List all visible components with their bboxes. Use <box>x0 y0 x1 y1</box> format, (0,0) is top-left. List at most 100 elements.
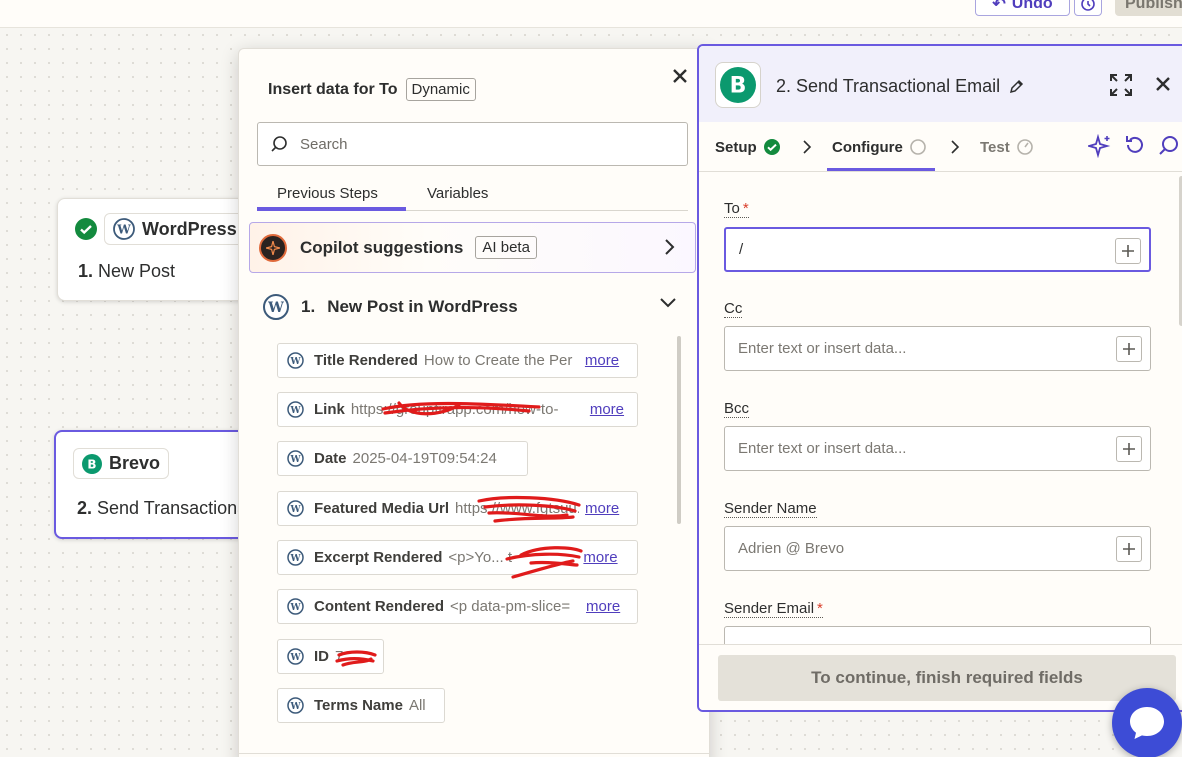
field-value: <p>Yo... t <box>448 549 513 566</box>
close-popover-button[interactable] <box>669 65 691 87</box>
field-value: 7 <box>335 648 344 665</box>
more-link[interactable]: more <box>587 401 625 418</box>
svg-text:W: W <box>289 653 301 663</box>
popover-divider <box>239 753 709 754</box>
close-panel-button[interactable] <box>1155 76 1171 92</box>
svg-text:W: W <box>289 455 301 465</box>
step-group-header[interactable]: W 1. New Post in WordPress <box>263 294 518 320</box>
more-link[interactable]: more <box>581 549 618 566</box>
history-button[interactable] <box>1074 0 1102 16</box>
check-circle-icon <box>75 218 97 240</box>
step-tabs: Setup Configure Test <box>699 122 1182 172</box>
insert-data-button[interactable] <box>1116 436 1142 462</box>
wordpress-icon: W <box>287 549 304 566</box>
data-field-chip[interactable]: W Date 2025-04-19T09:54:24 <box>277 441 528 476</box>
chevron-right-icon <box>951 140 960 154</box>
tab-previous-steps[interactable]: Previous Steps <box>277 185 378 202</box>
search-icon[interactable] <box>1158 134 1180 156</box>
dynamic-tag: Dynamic <box>405 78 476 101</box>
tab-test[interactable]: Test <box>980 138 1034 156</box>
node-app-name: Brevo <box>109 453 161 473</box>
step-number: 1. <box>301 297 316 316</box>
insert-data-button[interactable] <box>1116 336 1142 362</box>
wordpress-icon: W <box>287 500 304 517</box>
svg-text:W: W <box>289 357 301 367</box>
refresh-icon[interactable] <box>1124 134 1146 156</box>
sender-name-placeholder: Adrien @ Brevo <box>738 540 845 557</box>
insert-data-button[interactable] <box>1115 238 1141 264</box>
svg-text:W: W <box>289 505 301 515</box>
svg-text:W: W <box>289 554 301 564</box>
field-name: Content Rendered <box>314 598 445 615</box>
data-field-chip[interactable]: W Featured Media Url https://www.fgtsuu.… <box>277 491 638 526</box>
continue-button[interactable]: To continue, finish required fields <box>718 655 1176 701</box>
data-field-chip[interactable]: W Excerpt Rendered <p>Yo... t more <box>277 540 638 575</box>
close-icon <box>673 69 687 83</box>
more-link[interactable]: more <box>582 352 620 369</box>
sender-name-label: Sender Name <box>724 500 817 518</box>
sender-name-field[interactable]: Adrien @ Brevo <box>724 526 1151 571</box>
step-config-panel: B 2. Send Transactional Email Setup Conf… <box>697 44 1182 712</box>
search-input[interactable] <box>300 135 680 153</box>
undo-icon: ↶ <box>992 0 1006 13</box>
data-field-chip[interactable]: W ID 7 <box>277 639 384 674</box>
insert-data-button[interactable] <box>1116 536 1142 562</box>
data-field-chip[interactable]: W Terms Name All <box>277 688 445 723</box>
field-name: ID <box>314 648 329 665</box>
publish-button[interactable]: Publish <box>1115 0 1182 16</box>
field-value: 2025-04-19T09:54:24 <box>352 450 497 467</box>
sparkle-icon[interactable] <box>1088 134 1112 158</box>
more-link[interactable]: more <box>583 500 620 517</box>
bcc-field[interactable]: Enter text or insert data... <box>724 426 1151 471</box>
data-field-chip[interactable]: W Title Rendered How to Create the Per m… <box>277 343 638 378</box>
top-toolbar: ↶ Undo Publish <box>0 0 1182 28</box>
expand-icon <box>1110 74 1132 96</box>
wordpress-icon: W <box>287 401 304 418</box>
tab-configure[interactable]: Configure <box>832 138 927 156</box>
wordpress-icon: W <box>113 218 135 240</box>
tab-setup[interactable]: Setup <box>715 138 781 156</box>
svg-text:W: W <box>289 406 301 416</box>
expand-button[interactable] <box>1110 74 1132 96</box>
search-field[interactable] <box>257 122 688 166</box>
ai-beta-badge: AI beta <box>475 236 537 259</box>
close-icon <box>1156 77 1170 91</box>
popover-tabs: Previous Steps Variables <box>257 181 688 211</box>
undo-label: Undo <box>1011 0 1053 12</box>
chevron-right-icon <box>803 140 812 154</box>
canvas-step-1[interactable]: W WordPress 1. New Post <box>57 198 257 301</box>
pencil-icon[interactable] <box>1008 79 1024 95</box>
check-circle-icon <box>763 139 780 155</box>
tab-variables[interactable]: Variables <box>427 185 488 202</box>
data-field-chip[interactable]: W Link https://groupfirapp.com/how-to- m… <box>277 392 638 427</box>
node-app-chip: B Brevo <box>73 448 170 479</box>
search-icon <box>271 136 287 152</box>
field-value: All <box>408 697 426 714</box>
canvas-step-2[interactable]: B Brevo 2. Send Transactional Email <box>54 430 301 539</box>
svg-text:B: B <box>87 457 96 471</box>
popover-title: Insert data for To Dynamic <box>268 78 476 101</box>
copilot-sparkle-icon <box>259 233 287 262</box>
plus-icon <box>1123 543 1135 555</box>
more-link[interactable]: more <box>584 598 621 615</box>
chevron-down-icon[interactable] <box>659 297 677 309</box>
incomplete-circle-icon <box>910 139 926 155</box>
svg-text:W: W <box>289 702 301 712</box>
cc-field[interactable]: Enter text or insert data... <box>724 326 1151 371</box>
undo-button[interactable]: ↶ Undo <box>975 0 1070 16</box>
field-name: Link <box>314 401 345 418</box>
to-label: To * <box>724 200 749 218</box>
step-title: New Post in WordPress <box>327 297 518 316</box>
data-field-chip[interactable]: W Content Rendered <p data-pm-slice= mor… <box>277 589 638 624</box>
wordpress-icon: W <box>287 352 304 369</box>
node-app-chip: W WordPress <box>74 213 246 245</box>
to-field[interactable]: / <box>724 227 1151 272</box>
wordpress-icon: W <box>287 450 304 467</box>
active-tab-indicator <box>827 168 935 171</box>
chat-support-button[interactable] <box>1112 688 1182 757</box>
popover-scrollbar[interactable] <box>677 336 681 524</box>
copilot-suggestions-row[interactable]: Copilot suggestions AI beta <box>249 222 696 273</box>
svg-text:W: W <box>289 603 301 613</box>
panel-title[interactable]: 2. Send Transactional Email <box>776 76 1024 97</box>
svg-text:W: W <box>116 223 131 237</box>
